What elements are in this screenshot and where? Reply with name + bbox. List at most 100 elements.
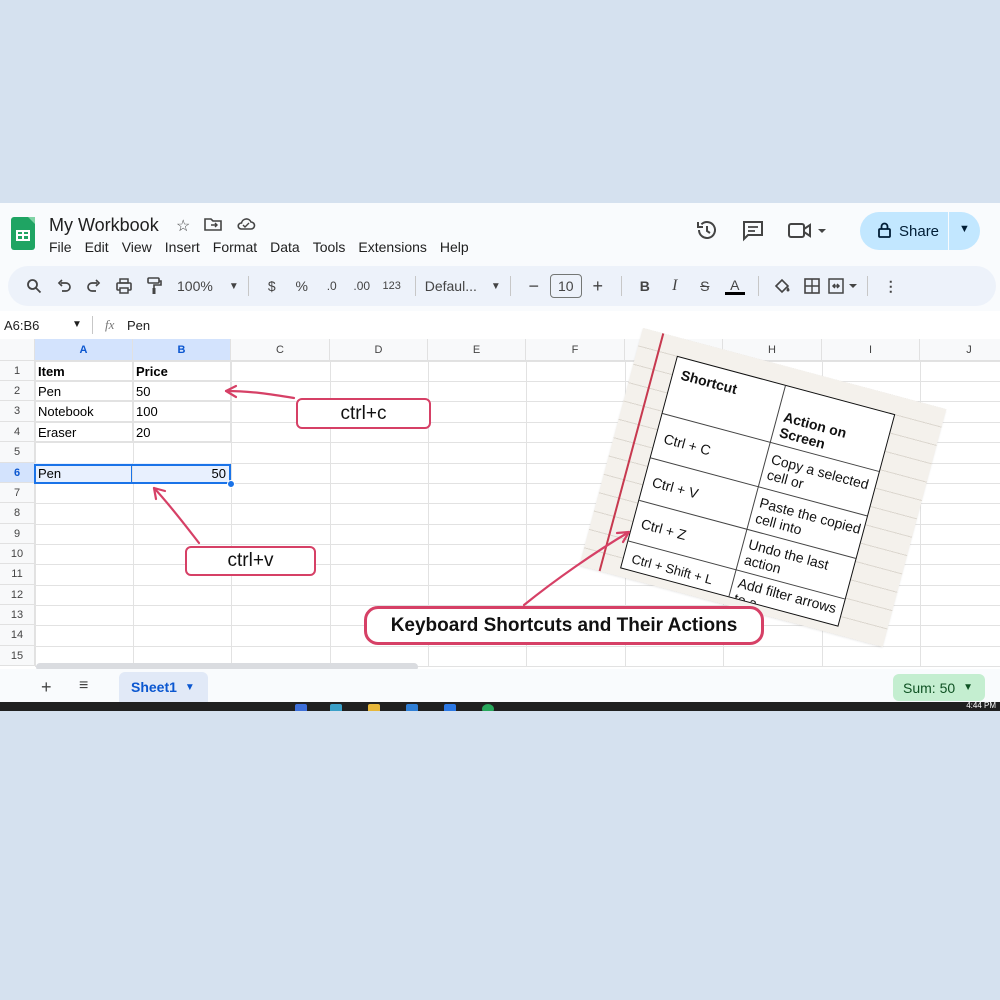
version-history-icon[interactable] <box>695 218 719 248</box>
more-options-icon[interactable]: ⋮ <box>877 272 905 300</box>
taskbar-chrome-icon[interactable] <box>482 704 494 711</box>
increase-decimal-button[interactable]: .00 <box>348 272 376 300</box>
column-header-a[interactable]: A <box>35 339 133 361</box>
cell-b1[interactable]: Price <box>133 361 231 381</box>
font-select[interactable]: Defaul... ▼ <box>425 272 501 300</box>
formula-input[interactable]: Pen <box>127 318 150 333</box>
search-icon[interactable] <box>20 272 48 300</box>
cell-b2[interactable]: 50 <box>133 381 231 401</box>
row-header-1[interactable]: 1 <box>0 361 35 381</box>
redo-icon[interactable] <box>80 272 108 300</box>
sheets-logo-icon[interactable] <box>11 217 35 250</box>
menu-view[interactable]: View <box>122 239 152 255</box>
row-header-11[interactable]: 11 <box>0 564 35 585</box>
sheet-tab-sheet1[interactable]: Sheet1 ▼ <box>119 672 208 702</box>
cell-b4[interactable]: 20 <box>133 422 231 442</box>
text-color-button[interactable]: A <box>721 272 749 300</box>
taskbar-browser-icon[interactable] <box>330 704 342 711</box>
menu-file[interactable]: File <box>49 239 72 255</box>
grid-column-line <box>231 361 232 666</box>
percent-format-button[interactable]: % <box>288 272 316 300</box>
taskbar-store-icon[interactable] <box>406 704 418 711</box>
menu-extensions[interactable]: Extensions <box>358 239 426 255</box>
menu-format[interactable]: Format <box>213 239 257 255</box>
taskbar-mail-icon[interactable] <box>444 704 456 711</box>
move-folder-icon[interactable] <box>204 216 223 237</box>
column-header-d[interactable]: D <box>330 339 428 361</box>
column-header-j[interactable]: J <box>920 339 1000 361</box>
row-header-7[interactable]: 7 <box>0 483 35 503</box>
cell-b3[interactable]: 100 <box>133 401 231 422</box>
row-header-5[interactable]: 5 <box>0 442 35 463</box>
menu-help[interactable]: Help <box>440 239 469 255</box>
name-box[interactable]: A6:B6 <box>4 318 39 333</box>
row-header-2[interactable]: 2 <box>0 381 35 401</box>
increase-font-size-button[interactable]: + <box>584 272 612 300</box>
name-box-dropdown-icon[interactable]: ▼ <box>72 319 82 330</box>
decrease-decimal-button[interactable]: .0 <box>318 272 346 300</box>
active-cell-outline <box>34 464 132 484</box>
taskbar-folder-icon[interactable] <box>368 704 380 711</box>
row-header-9[interactable]: 9 <box>0 524 35 544</box>
menu-data[interactable]: Data <box>270 239 300 255</box>
column-header-i[interactable]: I <box>822 339 920 361</box>
cell-a3[interactable]: Notebook <box>35 401 133 422</box>
font-name: Defaul... <box>424 278 477 294</box>
row-header-13[interactable]: 13 <box>0 605 35 625</box>
undo-icon[interactable] <box>50 272 78 300</box>
merge-cells-icon[interactable] <box>828 272 858 300</box>
document-title[interactable]: My Workbook <box>49 215 159 236</box>
font-size-field[interactable]: 10 <box>549 272 582 300</box>
fill-handle[interactable] <box>227 480 235 488</box>
menu-tools[interactable]: Tools <box>313 239 346 255</box>
shortcut-row-2-key: Ctrl + V <box>650 473 701 502</box>
currency-format-button[interactable]: $ <box>258 272 286 300</box>
menu-edit[interactable]: Edit <box>85 239 109 255</box>
share-options-icon[interactable]: ▼ <box>959 223 970 235</box>
menu-insert[interactable]: Insert <box>165 239 200 255</box>
zoom-select[interactable]: 100% ▼ <box>177 272 239 300</box>
fx-icon: fx <box>105 317 115 332</box>
ctrl-v-callout: ctrl+v <box>185 546 316 576</box>
row-header-12[interactable]: 12 <box>0 585 35 605</box>
row-header-4[interactable]: 4 <box>0 422 35 442</box>
cell-b6[interactable]: 50 <box>133 463 231 483</box>
more-formats-button[interactable]: 123 <box>378 272 406 300</box>
cell-a4[interactable]: Eraser <box>35 422 133 442</box>
cell-a2[interactable]: Pen <box>35 381 133 401</box>
borders-icon[interactable] <box>798 272 826 300</box>
add-sheet-button[interactable]: + <box>41 677 52 698</box>
bold-button[interactable]: B <box>631 272 659 300</box>
print-icon[interactable] <box>110 272 138 300</box>
strikethrough-button[interactable]: S <box>691 272 719 300</box>
toolbar: 100% ▼ $ % .0 .00 123 Defaul... ▼ − 10 + B… <box>8 266 996 306</box>
star-icon[interactable]: ☆ <box>176 216 190 237</box>
select-all-corner[interactable] <box>0 339 35 361</box>
row-header-8[interactable]: 8 <box>0 503 35 524</box>
paint-format-icon[interactable] <box>140 272 168 300</box>
column-header-f[interactable]: F <box>526 339 625 361</box>
comments-icon[interactable] <box>741 218 765 248</box>
share-button[interactable]: Share ▼ <box>860 212 980 250</box>
all-sheets-button[interactable]: ≡ <box>79 677 88 695</box>
meet-icon[interactable] <box>787 218 827 248</box>
decrease-font-size-button[interactable]: − <box>520 272 548 300</box>
taskbar-app-icon[interactable] <box>295 704 307 711</box>
sheet-tab-label: Sheet1 <box>131 679 177 695</box>
text-color-label: A <box>730 276 740 293</box>
row-header-10[interactable]: 10 <box>0 544 35 564</box>
fill-color-icon[interactable] <box>768 272 796 300</box>
italic-button[interactable]: I <box>661 272 689 300</box>
row-header-3[interactable]: 3 <box>0 401 35 422</box>
row-header-14[interactable]: 14 <box>0 625 35 646</box>
formula-bar: A6:B6 ▼ fx Pen <box>0 311 1000 339</box>
row-header-15[interactable]: 15 <box>0 646 35 666</box>
row-header-6[interactable]: 6 <box>0 463 35 483</box>
cell-a1[interactable]: Item <box>35 361 133 381</box>
column-header-b[interactable]: B <box>133 339 231 361</box>
cloud-status-icon[interactable] <box>236 216 256 237</box>
column-header-c[interactable]: C <box>231 339 330 361</box>
sheet-tab-dropdown-icon[interactable]: ▼ <box>185 682 195 693</box>
column-header-e[interactable]: E <box>428 339 526 361</box>
sum-indicator[interactable]: Sum: 50 ▼ <box>893 674 985 701</box>
